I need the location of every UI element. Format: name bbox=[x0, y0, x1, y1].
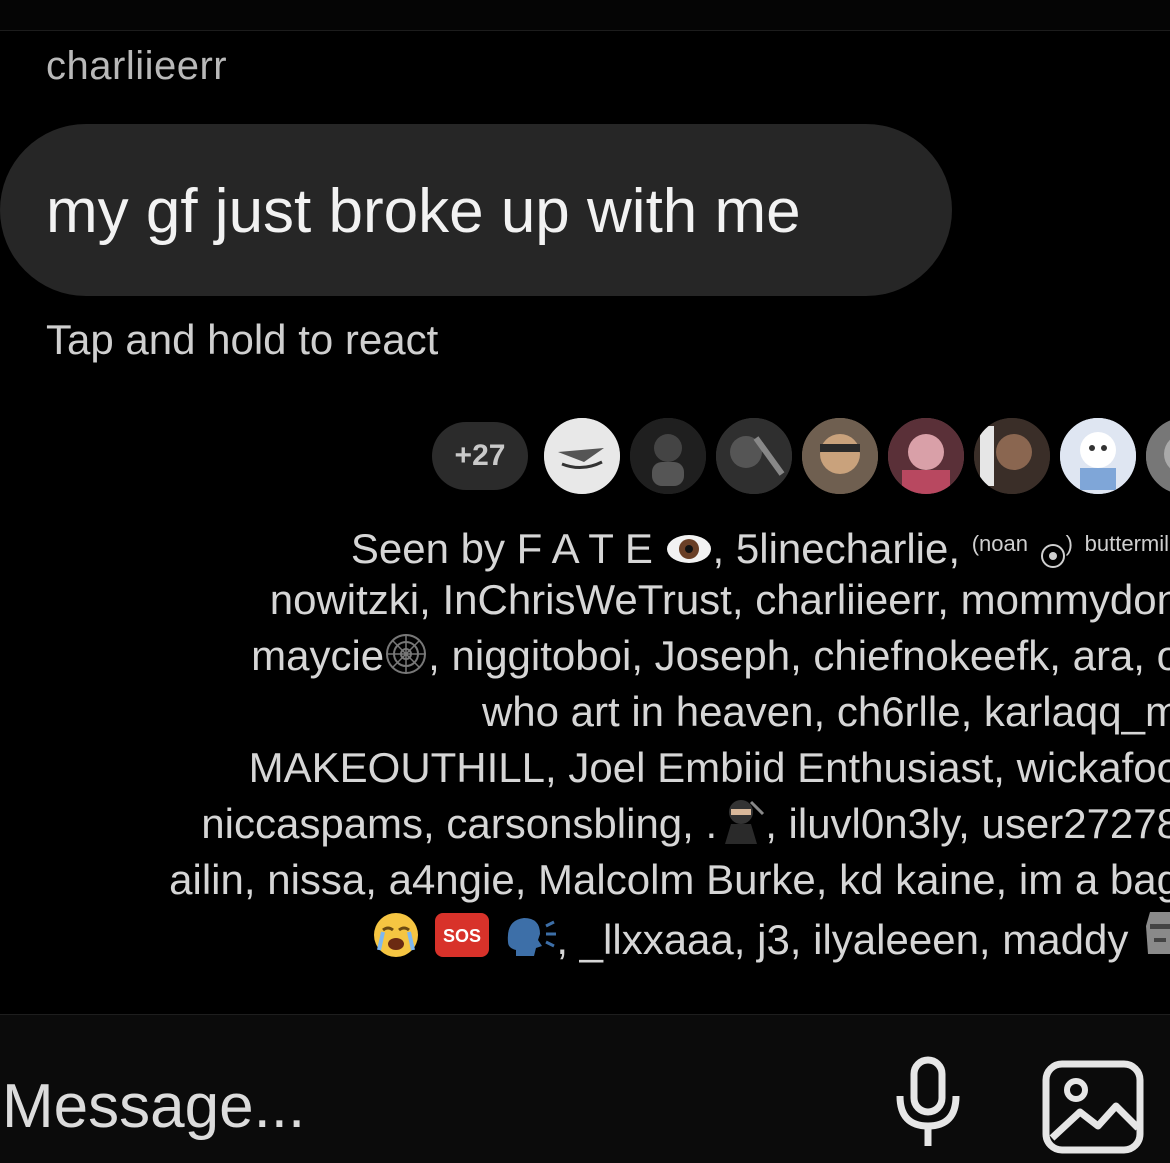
seen-text: , _llxxaaa, j3, ilyaleeen, maddy bbox=[556, 916, 1129, 963]
spider-web-emoji-icon bbox=[384, 632, 428, 690]
microphone-icon[interactable] bbox=[888, 1052, 968, 1152]
message-text: my gf just broke up with me bbox=[46, 177, 801, 246]
seen-line: ailin, nissa, a4ngie, Malcolm Burke, kd … bbox=[169, 856, 1170, 903]
seen-line: who art in heaven, ch6rlle, karlaqq_m bbox=[481, 688, 1170, 735]
seen-line: Seen by F A T E , 5linecharlie, (noan ) … bbox=[0, 516, 1170, 572]
avatar[interactable] bbox=[972, 416, 1052, 496]
crying-face-emoji-icon bbox=[371, 910, 421, 974]
seen-text: , iluvl0n3ly, user27278 bbox=[765, 800, 1170, 847]
seen-text: , 5linecharlie, bbox=[712, 525, 961, 572]
ninja-emoji-icon bbox=[717, 798, 765, 858]
seen-text-small: ) bbox=[1065, 531, 1073, 556]
seen-text: maycie bbox=[251, 632, 385, 679]
seen-line: niccaspams, carsonsbling, . , iluvl0n3ly… bbox=[0, 796, 1170, 852]
seen-text-small: (noan bbox=[971, 531, 1028, 556]
moai-emoji-icon bbox=[1140, 908, 1170, 974]
seen-by-list: Seen by F A T E , 5linecharlie, (noan ) … bbox=[0, 516, 1170, 964]
seen-text-small: buttermilk bbox=[1084, 531, 1170, 556]
speaking-head-emoji-icon bbox=[502, 912, 557, 974]
avatar[interactable] bbox=[886, 416, 966, 496]
seen-line: nowitzki, InChrisWeTrust, charliieerr, m… bbox=[269, 576, 1170, 623]
top-strip bbox=[0, 0, 1170, 31]
sos-label: SOS bbox=[443, 926, 481, 946]
avatar[interactable] bbox=[800, 416, 880, 496]
avatar[interactable] bbox=[1144, 416, 1170, 496]
sender-name: charliieerr bbox=[46, 44, 228, 88]
seen-line: SOS , _llxxaaa, j3, ilyaleeen, maddy bbox=[0, 908, 1170, 964]
avatar[interactable] bbox=[542, 416, 622, 496]
message-input[interactable] bbox=[0, 1070, 824, 1143]
seen-text: niccaspams, carsonsbling, . bbox=[201, 800, 718, 847]
avatar[interactable] bbox=[628, 416, 708, 496]
react-hint: Tap and hold to react bbox=[46, 316, 439, 363]
seen-text: Seen by F A T E bbox=[350, 525, 653, 572]
avatar[interactable] bbox=[1058, 416, 1138, 496]
avatar[interactable] bbox=[714, 416, 794, 496]
seen-avatar-row[interactable] bbox=[542, 416, 1170, 496]
seen-count-badge[interactable]: +27 bbox=[432, 422, 528, 490]
seen-line: maycie , niggitoboi, Joseph, chiefnokeef… bbox=[0, 628, 1170, 684]
sos-emoji-icon: SOS bbox=[433, 910, 491, 974]
gallery-icon[interactable] bbox=[1040, 1056, 1150, 1156]
seen-line: MAKEOUTHILL, Joel Embiid Enthusiast, wic… bbox=[248, 744, 1170, 791]
seen-text: , niggitoboi, Joseph, chiefnokeefk, ara,… bbox=[428, 632, 1170, 679]
